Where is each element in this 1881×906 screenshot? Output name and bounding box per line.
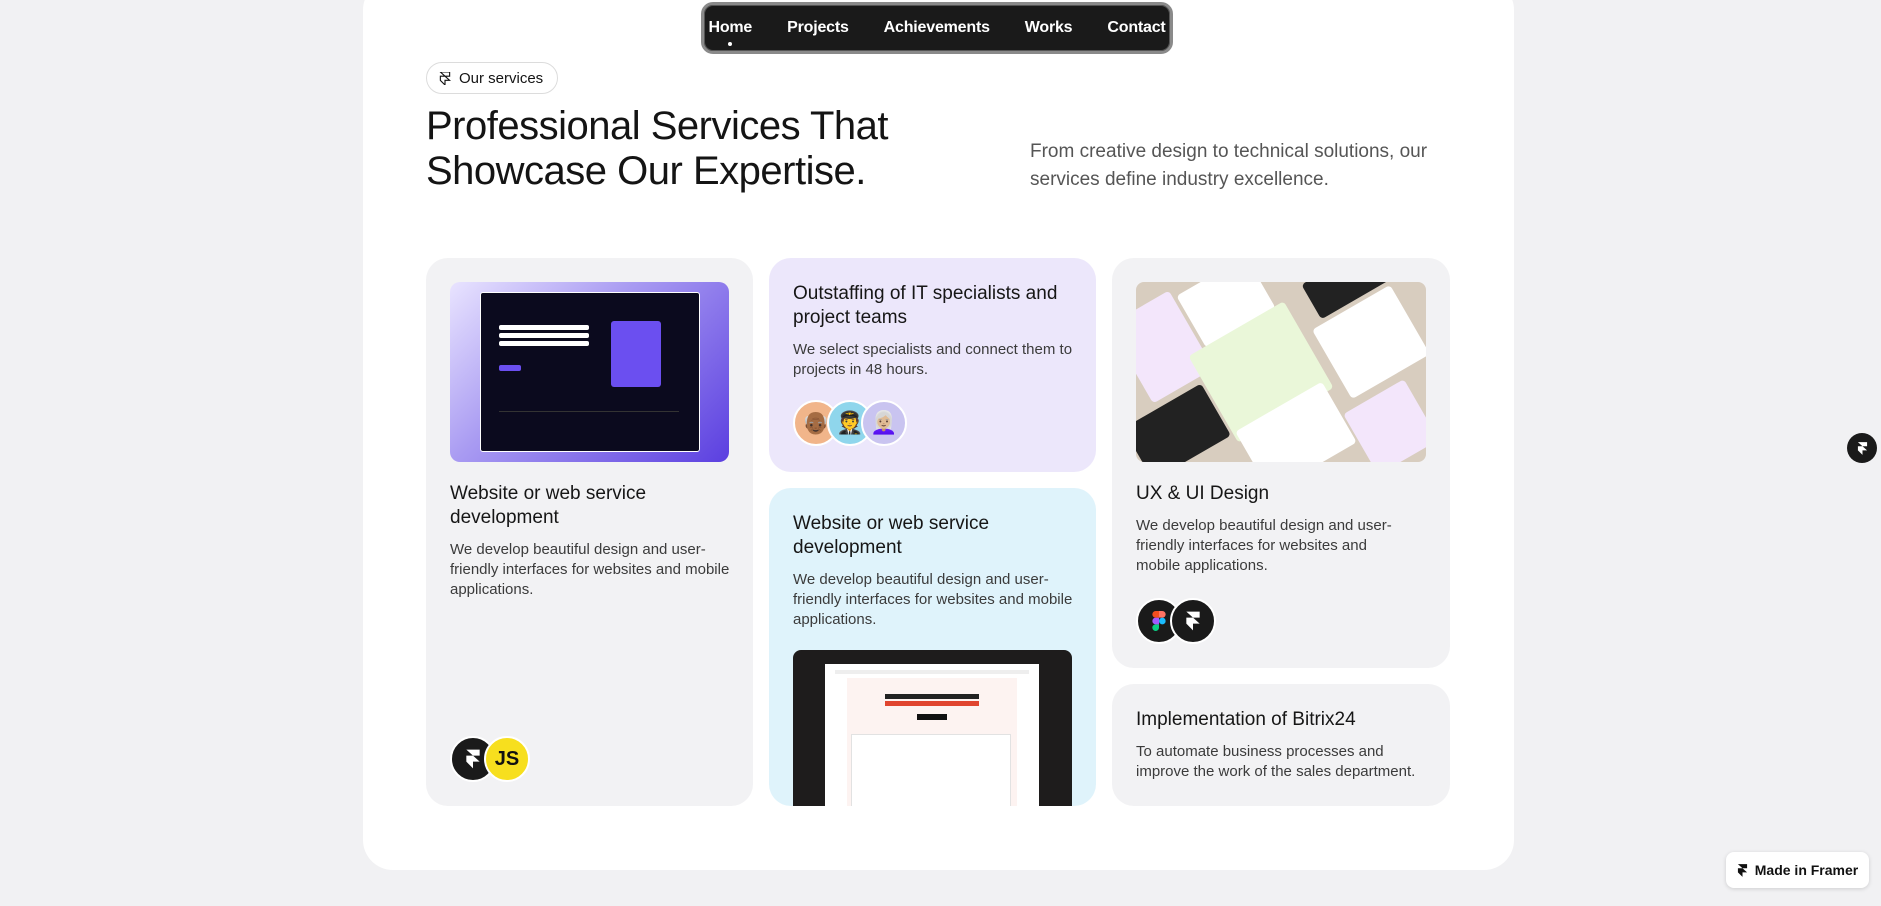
made-in-framer-badge[interactable]: Made in Framer — [1726, 852, 1869, 888]
framer-icon — [1857, 441, 1867, 455]
card-title: Implementation of Bitrix24 — [1136, 709, 1356, 730]
nav-contact[interactable]: Contact — [1107, 19, 1165, 37]
tech-stack — [1136, 598, 1216, 644]
card-description: We select specialists and connect them t… — [793, 341, 1073, 378]
card-title: Outstaffing of IT specialists and projec… — [793, 283, 1058, 328]
card-title: Website or web service development — [450, 483, 647, 528]
card-description: To automate business processes and impro… — [1136, 743, 1416, 780]
framer-icon — [439, 71, 451, 85]
card-title: UX & UI Design — [1136, 483, 1270, 504]
service-card-outstaffing[interactable]: Outstaffing of IT specialists and projec… — [769, 258, 1096, 472]
javascript-icon: JS — [484, 736, 530, 782]
service-card-web-dev-2[interactable]: Website or web service development We de… — [769, 488, 1096, 806]
nav-projects[interactable]: Projects — [787, 19, 849, 37]
web-dev-preview-image — [450, 282, 729, 462]
service-card-web-dev[interactable]: Website or web service development We de… — [426, 258, 753, 806]
card-title: Website or web service development — [793, 513, 990, 558]
web-app-preview-image — [793, 650, 1072, 806]
service-card-bitrix24[interactable]: Implementation of Bitrix24 To automate b… — [1112, 684, 1450, 806]
nav-works[interactable]: Works — [1025, 19, 1073, 37]
framer-badge-button[interactable] — [1847, 433, 1877, 463]
top-nav: Home Projects Achievements Works Contact — [701, 2, 1173, 54]
framer-icon — [1737, 863, 1747, 877]
card-description: We develop beautiful design and user-fri… — [450, 541, 730, 598]
tech-stack: JS — [450, 736, 530, 782]
framer-icon — [1170, 598, 1216, 644]
section-subtitle: From creative design to technical soluti… — [1030, 141, 1428, 190]
card-description: We develop beautiful design and user-fri… — [793, 571, 1073, 628]
made-in-label: Made in Framer — [1754, 862, 1859, 878]
section-pill: Our services — [426, 62, 559, 94]
ux-ui-preview-image — [1136, 282, 1426, 462]
avatar: 👩🏼‍🦳 — [861, 400, 907, 446]
specialist-avatars: 👴🏾 🧑‍✈️ 👩🏼‍🦳 — [793, 400, 907, 446]
nav-achievements[interactable]: Achievements — [884, 19, 990, 37]
pill-label: Our services — [459, 69, 544, 87]
page-title: Professional Services That Showcase Our … — [426, 104, 889, 193]
service-card-ux-ui[interactable]: UX & UI Design We develop beautiful desi… — [1112, 258, 1450, 668]
nav-home[interactable]: Home — [708, 19, 752, 46]
card-description: We develop beautiful design and user-fri… — [1136, 517, 1392, 574]
